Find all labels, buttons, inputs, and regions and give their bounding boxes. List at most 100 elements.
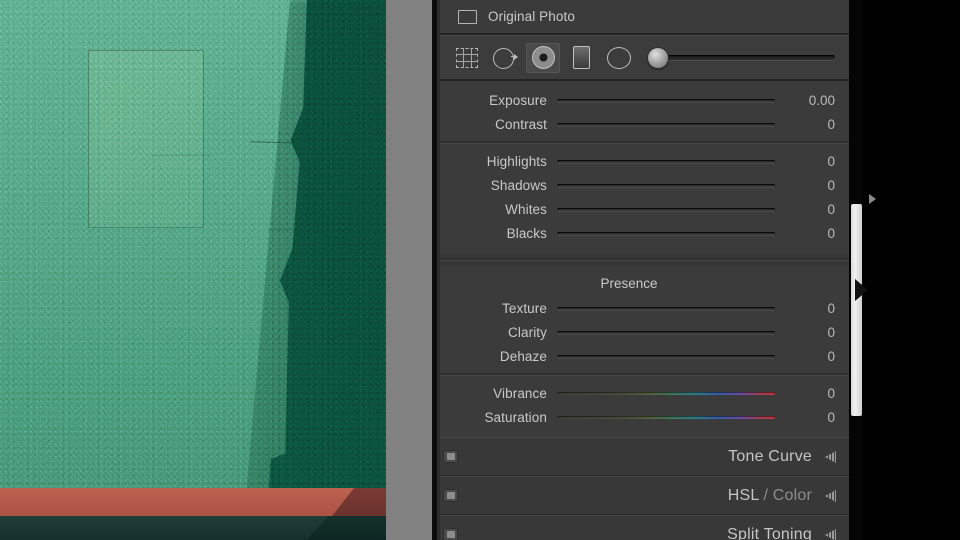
panel-title-main: HSL <box>727 486 759 504</box>
slider-row-dehaze[interactable]: Dehaze 0 <box>437 344 849 368</box>
slider-row-highlights[interactable]: Highlights 0 <box>437 149 849 173</box>
slider-value[interactable]: 0.00 <box>781 93 849 108</box>
graduated-filter-tool[interactable] <box>564 43 598 73</box>
collapsed-panel-list: Tone Curve HSL / Color Split Toning <box>437 437 849 540</box>
slider-label: Dehaze <box>499 348 547 364</box>
slider-track-area[interactable] <box>557 382 775 404</box>
graduated-filter-icon <box>572 46 590 69</box>
dark-band <box>0 516 386 540</box>
disclosure-triangle-icon[interactable] <box>824 528 840 540</box>
panel-header-split-toning[interactable]: Split Toning <box>437 515 849 540</box>
slider-value[interactable]: 0 <box>781 202 849 217</box>
radial-filter-tool[interactable] <box>602 43 636 73</box>
tool-amount-track <box>662 55 835 60</box>
panel-header-title: HSL / Color <box>458 487 824 505</box>
red-eye-correction-tool[interactable] <box>526 42 560 73</box>
panel-enable-toggle[interactable] <box>443 489 458 502</box>
slider-knob[interactable] <box>659 92 673 108</box>
toggle-indicator <box>446 531 455 538</box>
basic-panel-sliders: Exposure 0.00 Contrast 0 Highlights 0 Shadows… <box>437 81 849 253</box>
slider-track-area[interactable] <box>557 222 775 244</box>
tool-strip <box>437 35 849 81</box>
slider-value[interactable]: 0 <box>781 301 849 316</box>
panel-header-hsl[interactable]: HSL / Color <box>437 476 849 515</box>
slider-value[interactable]: 0 <box>781 226 849 241</box>
toggle-indicator <box>446 492 455 499</box>
crop-overlay-icon <box>456 47 478 68</box>
tool-amount-knob[interactable] <box>648 47 668 68</box>
panel-enable-toggle[interactable] <box>443 528 458 540</box>
lightroom-window: Original Photo Exposure 0.00 Contrast 0 … <box>0 0 960 540</box>
slider-row-clarity[interactable]: Clarity 0 <box>437 320 849 344</box>
red-eye-icon <box>531 46 555 69</box>
presence-title: Presence <box>600 276 658 291</box>
slider-row-shadows[interactable]: Shadows 0 <box>437 173 849 197</box>
slider-knob[interactable] <box>659 324 673 340</box>
slider-value[interactable]: 0 <box>781 154 849 169</box>
slider-value[interactable]: 0 <box>781 325 849 340</box>
panel-left-edge <box>437 0 440 540</box>
slider-knob[interactable] <box>659 201 673 217</box>
slider-knob[interactable] <box>659 116 673 132</box>
panel-header-title: Split Toning <box>458 526 824 540</box>
slider-track-area[interactable] <box>557 198 775 220</box>
presence-group-primary: Texture 0 Clarity 0 Dehaze 0 <box>437 296 849 368</box>
slider-knob[interactable] <box>659 225 673 241</box>
photo-preview[interactable] <box>0 0 386 540</box>
spot-removal-tool[interactable] <box>488 43 522 73</box>
disclosure-triangle-icon[interactable] <box>824 489 840 503</box>
panel-header-title: Tone Curve <box>458 448 824 466</box>
slider-value[interactable]: 0 <box>781 178 849 193</box>
slider-row-saturation[interactable]: Saturation 0 <box>437 405 849 429</box>
disclosure-triangle-icon[interactable] <box>824 450 840 464</box>
radial-filter-icon <box>607 46 631 69</box>
spot-removal-icon <box>493 47 518 69</box>
slider-row-exposure[interactable]: Exposure 0.00 <box>437 88 849 112</box>
slider-track-area[interactable] <box>557 174 775 196</box>
panel-header-tone-curve[interactable]: Tone Curve <box>437 437 849 476</box>
tone-group-primary: Exposure 0.00 Contrast 0 <box>437 88 849 136</box>
slider-label: Highlights <box>486 153 547 169</box>
panel-enable-toggle[interactable] <box>443 450 458 463</box>
slider-value[interactable]: 0 <box>781 386 849 401</box>
workspace-background <box>863 0 960 540</box>
rectangle-outline-icon <box>458 9 477 24</box>
slider-row-vibrance[interactable]: Vibrance 0 <box>437 381 849 405</box>
slider-row-texture[interactable]: Texture 0 <box>437 296 849 320</box>
crop-overlay-tool[interactable] <box>450 43 484 73</box>
panel-title-main: Split Toning <box>727 525 812 540</box>
slider-knob[interactable] <box>659 385 673 401</box>
original-photo-label: Original Photo <box>488 9 575 24</box>
slider-track-area[interactable] <box>557 113 775 135</box>
slider-value[interactable]: 0 <box>781 117 849 132</box>
panel-title-secondary: / Color <box>758 486 812 504</box>
presence-section: Presence Texture 0 Clarity 0 Dehaze 0 Vibranc… <box>437 266 849 437</box>
slider-knob[interactable] <box>659 348 673 364</box>
slider-track-area[interactable] <box>557 89 775 111</box>
slider-value[interactable]: 0 <box>781 410 849 425</box>
slider-knob[interactable] <box>659 409 673 425</box>
slider-knob[interactable] <box>659 153 673 169</box>
slider-track-area[interactable] <box>557 406 775 428</box>
preview-gutter <box>386 0 432 540</box>
slider-track-area[interactable] <box>557 345 775 367</box>
slider-track-area[interactable] <box>557 150 775 172</box>
panel-scrollbar-thumb[interactable] <box>851 204 862 416</box>
slider-label: Saturation <box>484 409 547 425</box>
panel-collapse-arrow[interactable] <box>855 277 869 303</box>
original-photo-row[interactable]: Original Photo <box>437 0 849 35</box>
slider-knob[interactable] <box>659 177 673 193</box>
show-panel-arrow-icon[interactable] <box>869 194 876 204</box>
tool-amount-slider[interactable] <box>648 47 835 68</box>
develop-right-panel: Original Photo Exposure 0.00 Contrast 0 … <box>437 0 849 540</box>
slider-label: Shadows <box>490 177 547 193</box>
slider-track-area[interactable] <box>557 297 775 319</box>
slider-group-divider <box>437 373 849 376</box>
slider-row-blacks[interactable]: Blacks 0 <box>437 221 849 245</box>
slider-row-contrast[interactable]: Contrast 0 <box>437 112 849 136</box>
slider-knob[interactable] <box>659 300 673 316</box>
slider-value[interactable]: 0 <box>781 349 849 364</box>
slider-track-area[interactable] <box>557 321 775 343</box>
slider-row-whites[interactable]: Whites 0 <box>437 197 849 221</box>
slider-label: Vibrance <box>493 385 547 401</box>
